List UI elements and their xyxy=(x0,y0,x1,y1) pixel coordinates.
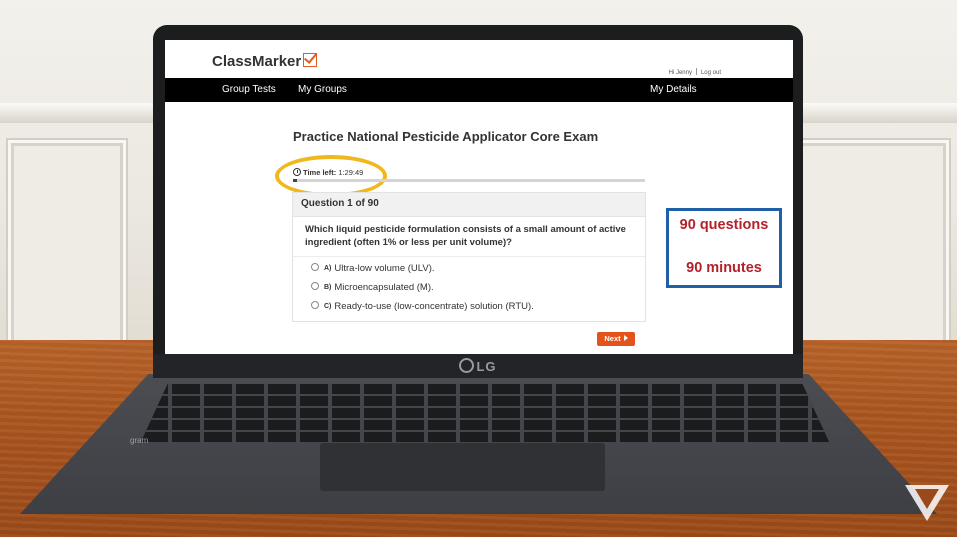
radio-button-a[interactable] xyxy=(311,263,319,271)
question-card: Question 1 of 90 Which liquid pesticide … xyxy=(292,192,646,322)
brand-text: LG xyxy=(476,359,497,374)
question-number: Question 1 of 90 xyxy=(301,198,379,209)
watermark-icon xyxy=(905,485,949,521)
option-text: Ready-to-use (low-concentrate) solution … xyxy=(334,301,534,312)
classmarker-logo[interactable]: ClassMarker xyxy=(212,52,318,70)
option-text: Ultra-low volume (ULV). xyxy=(334,263,435,274)
nav-my-groups[interactable]: My Groups xyxy=(298,84,347,95)
next-label: Next xyxy=(604,334,621,343)
option-letter: B) xyxy=(324,284,332,291)
option-text: Microencapsulated (M). xyxy=(334,282,434,293)
info-callout: 90 questions 90 minutes xyxy=(666,208,782,288)
logout-link[interactable]: Log out xyxy=(701,70,721,76)
progress-fill xyxy=(293,179,297,182)
checkmark-icon xyxy=(303,53,318,67)
laptop-screen: ClassMarker Hi Jenny Log out Group Tests … xyxy=(165,40,793,354)
question-header: Question 1 of 90 xyxy=(293,193,645,217)
wall-panel-right xyxy=(793,140,949,346)
radio-button-b[interactable] xyxy=(311,282,319,290)
laptop-chin: LG xyxy=(153,354,803,378)
divider xyxy=(695,68,697,75)
next-button[interactable]: Next xyxy=(597,332,635,346)
wall-panel-left xyxy=(8,140,126,346)
option-c[interactable]: C) Ready-to-use (low-concentrate) solutio… xyxy=(311,301,534,312)
callout-questions: 90 questions xyxy=(679,217,769,233)
question-divider xyxy=(293,256,645,257)
question-text: Which liquid pesticide formulation consi… xyxy=(305,224,626,248)
nav-my-details[interactable]: My Details xyxy=(650,84,697,95)
laptop-model-label: gram xyxy=(130,436,149,445)
greeting-text: Hi Jenny xyxy=(668,70,692,76)
laptop-brand: LG xyxy=(153,358,803,374)
progress-bar xyxy=(293,179,645,182)
option-letter: A) xyxy=(324,265,332,272)
keyboard-rows xyxy=(140,384,830,444)
top-nav-bar: Group Tests My Groups My Details xyxy=(165,78,793,102)
user-links: Hi Jenny Log out xyxy=(669,68,721,76)
callout-minutes: 90 minutes xyxy=(686,260,762,276)
logo-text: ClassMarker xyxy=(212,53,302,70)
timer-highlight-ellipse xyxy=(275,155,387,197)
radio-button-c[interactable] xyxy=(311,301,319,309)
option-a[interactable]: A) Ultra-low volume (ULV). xyxy=(311,263,435,274)
option-letter: C) xyxy=(324,303,332,310)
exam-title: Practice National Pesticide Applicator C… xyxy=(293,129,599,144)
nav-group-tests[interactable]: Group Tests xyxy=(222,84,276,95)
option-b[interactable]: B) Microencapsulated (M). xyxy=(311,282,434,293)
lg-logo-icon xyxy=(459,358,475,373)
arrow-right-icon xyxy=(623,335,628,341)
touchpad xyxy=(320,443,605,491)
